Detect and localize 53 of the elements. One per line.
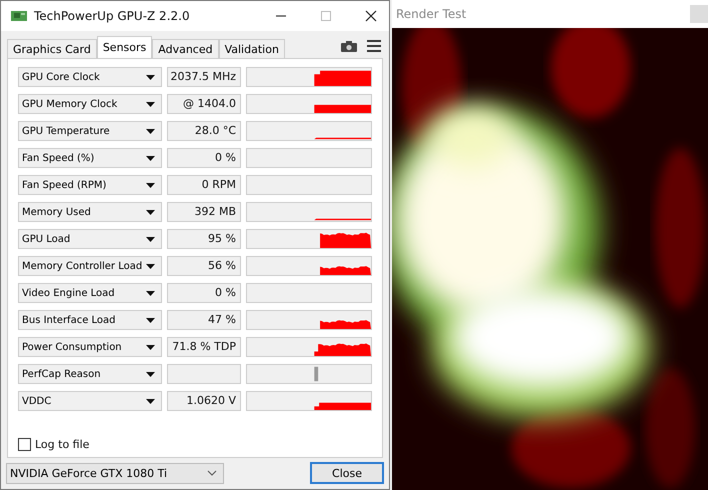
sensor-value: 71.8 % TDP [167,337,241,357]
checkbox[interactable] [18,438,31,451]
sensor-dropdown[interactable]: Bus Interface Load [18,310,162,330]
caret-icon [146,74,155,80]
sensor-dropdown[interactable]: Memory Used [18,202,162,222]
window-title: Render Test [396,7,466,21]
sensor-value: 0 % [167,283,241,303]
caret-icon [146,318,155,322]
caret-icon [146,102,155,106]
sensor-value: @ 1404.0 [167,94,241,114]
sensor-dropdown[interactable]: PerfCap Reason [18,364,162,384]
tab[interactable]: Graphics Card [7,39,97,58]
sensor-value: 28.0 °C [167,121,241,141]
gpu-select[interactable]: NVIDIA GeForce GTX 1080 Ti [6,462,224,484]
caret-icon [146,372,155,376]
caret-icon [146,344,155,350]
sensor-dropdown[interactable]: Memory Controller Load [18,256,162,276]
sensor-dropdown[interactable]: Power Consumption [18,337,162,357]
sensor-dropdown[interactable]: GPU Temperature [18,121,162,141]
chevron-icon [207,470,217,476]
sensor-value: 1.0620 V [167,391,241,411]
sensor-value: 47 % [167,310,241,330]
caret-icon [146,236,155,242]
caret-icon [146,398,155,404]
sensor-value: 0 RPM [167,175,241,195]
sensor-dropdown[interactable]: GPU Memory Clock [18,94,162,114]
checkbox-label: Log to file [35,438,90,451]
tab[interactable]: Sensors [96,36,152,58]
close-button[interactable]: Close [310,462,384,484]
sensor-value: 95 % [167,229,241,249]
sensor-dropdown[interactable]: GPU Core Clock [18,67,162,87]
sensor-value: 0 % [167,148,241,168]
sensor-value: 56 % [167,256,241,276]
caret-icon [146,210,155,214]
sensor-value: 392 MB [167,202,241,222]
window-title: TechPowerUp GPU-Z 2.2.0 [34,9,190,23]
caret-icon [146,156,155,160]
sensor-dropdown[interactable]: VDDC [18,391,162,411]
sensor-dropdown[interactable]: GPU Load [18,229,162,249]
sensor-dropdown[interactable]: Fan Speed (%) [18,148,162,168]
caret-icon [146,128,155,134]
menu-icon[interactable] [367,40,381,52]
sensor-value: 2037.5 MHz [167,67,241,87]
caret-icon [146,290,155,296]
graphics-card-icon [11,10,27,22]
tab[interactable]: Advanced [152,39,219,58]
close-icon[interactable] [365,10,377,22]
caret-icon [146,264,155,268]
sensor-dropdown[interactable]: Video Engine Load [18,283,162,303]
camera-icon[interactable] [341,40,357,52]
sensor-dropdown[interactable]: Fan Speed (RPM) [18,175,162,195]
caret-icon [146,182,155,188]
tab[interactable]: Validation [218,39,285,58]
